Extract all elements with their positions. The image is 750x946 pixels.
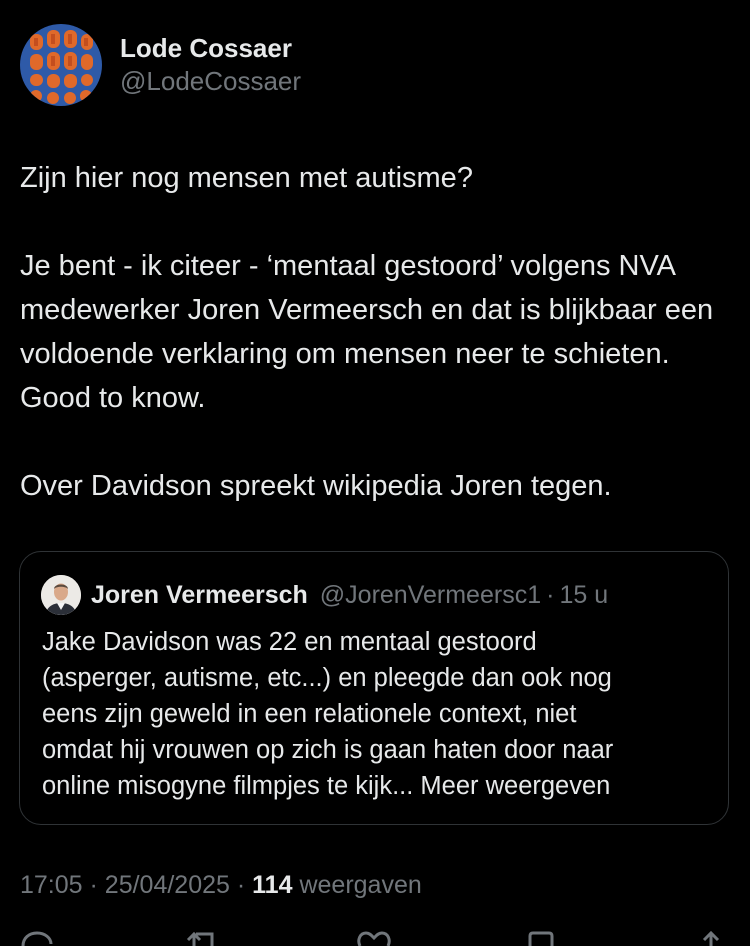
tweet-meta: 17:05 · 25/04/2025 · 114 weergaven	[20, 871, 422, 900]
reply-icon[interactable]	[20, 930, 54, 946]
quoted-text-last-line: online misogyne filmpjes te kijk... Meer…	[42, 768, 712, 804]
quoted-text-line: eens zijn geweld in een relationele cont…	[42, 700, 577, 728]
quoted-tweet-text: Jake Davidson was 22 en mentaal gestoord…	[42, 624, 712, 804]
author-names: Lode Cossaer @LodeCossaer	[120, 32, 301, 98]
author-avatar[interactable]	[20, 24, 102, 106]
quoted-author-avatar	[41, 575, 81, 615]
bookmark-icon[interactable]	[526, 930, 556, 946]
quoted-tweet-header: Joren Vermeersch @JorenVermeersc1 · 15 u	[41, 575, 608, 615]
tweet: Lode Cossaer @LodeCossaer Zijn hier nog …	[0, 0, 750, 946]
quoted-text-line: Jake Davidson was 22 en mentaal gestoord	[42, 628, 537, 656]
tweet-paragraph: Je bent - ik citeer - ‘mentaal gestoord’…	[20, 250, 714, 414]
share-icon[interactable]	[694, 930, 728, 946]
quoted-text-line: online misogyne filmpjes te kijk...	[42, 772, 414, 800]
quoted-text-line: (asperger, autisme, etc...) en pleegde d…	[42, 664, 612, 692]
quoted-author-display-name: Joren Vermeersch	[91, 580, 308, 609]
separator-dot: ·	[546, 580, 555, 609]
author-display-name[interactable]: Lode Cossaer	[120, 32, 301, 64]
show-more-link[interactable]: Meer weergeven	[420, 772, 610, 800]
heart-icon[interactable]	[356, 930, 392, 946]
quoted-author-handle: @JorenVermeersc1	[319, 580, 542, 609]
tweet-paragraph: Zijn hier nog mensen met autisme?	[20, 162, 473, 194]
views-label: weergaven	[299, 871, 422, 899]
tweet-time[interactable]: 17:05	[20, 871, 83, 899]
quoted-tweet-card[interactable]: Joren Vermeersch @JorenVermeersc1 · 15 u…	[19, 551, 729, 825]
views-count: 114	[252, 871, 293, 899]
quoted-tweet-time: 15 u	[559, 580, 609, 609]
tweet-text: Zijn hier nog mensen met autisme? Je ben…	[20, 156, 720, 508]
tweet-header: Lode Cossaer @LodeCossaer	[20, 24, 301, 106]
tweet-paragraph: Over Davidson spreekt wikipedia Joren te…	[20, 470, 612, 502]
tweet-date[interactable]: 25/04/2025	[105, 871, 230, 899]
action-bar	[0, 930, 750, 946]
repost-icon[interactable]	[186, 930, 222, 946]
separator-dot: ·	[89, 871, 98, 899]
separator-dot: ·	[236, 871, 246, 899]
quoted-text-line: omdat hij vrouwen op zich is gaan haten …	[42, 736, 614, 764]
author-handle[interactable]: @LodeCossaer	[120, 64, 301, 98]
